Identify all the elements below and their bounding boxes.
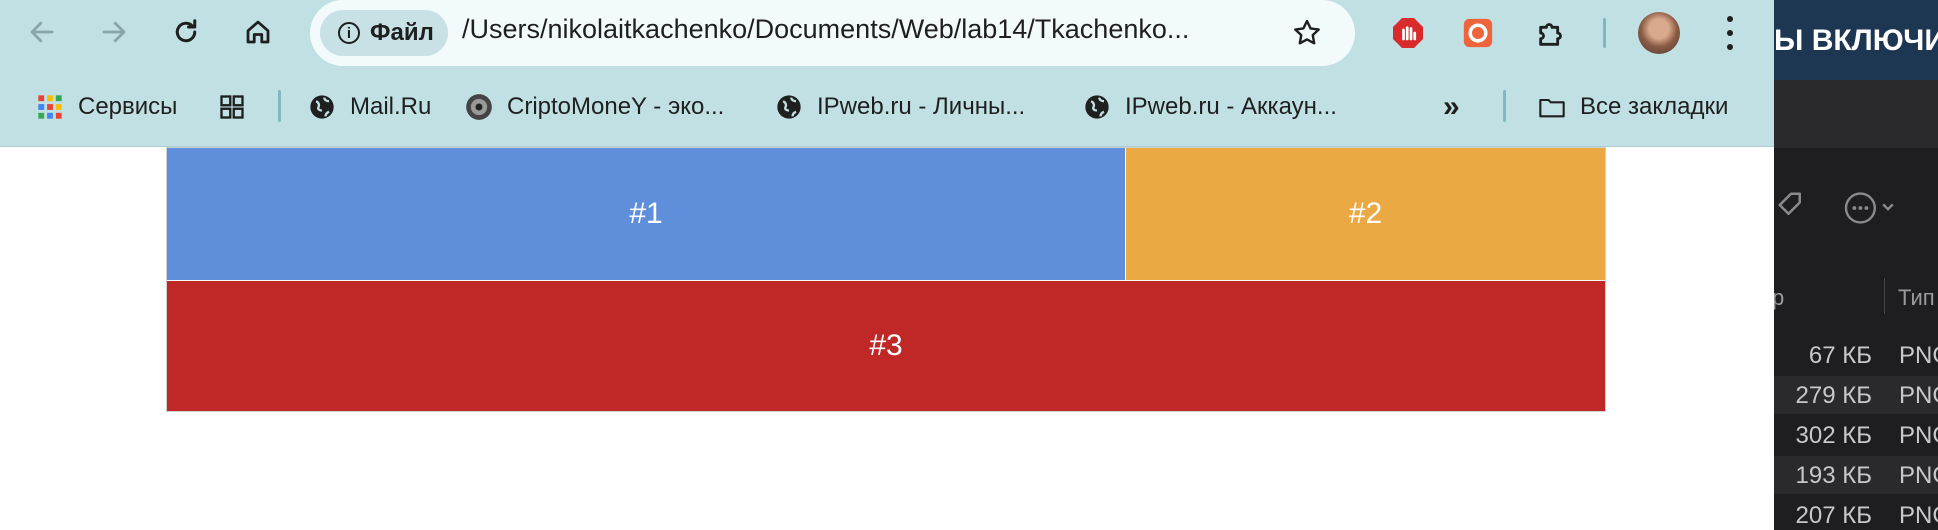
browser-menu-button[interactable] <box>1715 12 1745 54</box>
grid-item-2: #2 <box>1126 148 1605 280</box>
all-bookmarks-label: Все закладки <box>1580 93 1729 120</box>
bookmark-criptomoney[interactable]: CriptoMoneY - эко... <box>465 85 724 129</box>
column-header-type[interactable]: Тип <box>1898 285 1935 311</box>
file-size: 67 КБ <box>1808 342 1872 369</box>
bookmark-label: Сервисы <box>78 93 178 120</box>
puzzle-icon <box>1539 23 1562 46</box>
bookmark-ipweb-personal[interactable]: IPweb.ru - Личны... <box>775 85 1025 129</box>
extension-orange-button[interactable] <box>1458 13 1498 53</box>
chevron-double-right-icon: » <box>1443 90 1460 123</box>
kebab-dot <box>1727 30 1733 36</box>
site-info-chip[interactable]: i Файл <box>320 10 448 56</box>
lifebuoy-icon <box>1463 18 1493 48</box>
url-text[interactable]: /Users/nikolaitkachenko/Documents/Web/la… <box>462 14 1262 45</box>
bookmark-mailru[interactable]: Mail.Ru <box>308 85 431 129</box>
bookmark-star-button[interactable] <box>1285 11 1329 55</box>
globe-icon <box>308 93 336 121</box>
reload-icon <box>175 19 197 43</box>
bookmarks-divider <box>1503 90 1506 122</box>
site-info-label: Файл <box>370 19 434 46</box>
all-bookmarks-button[interactable]: Все закладки <box>1538 85 1728 129</box>
browser-toolbar: i Файл /Users/nikolaitkachenko/Documents… <box>0 0 1774 147</box>
forward-button[interactable] <box>92 10 136 54</box>
back-button[interactable] <box>20 10 64 54</box>
adblock-hand-icon <box>1393 18 1423 48</box>
bookmark-ipweb-account[interactable]: IPweb.ru - Аккаун... <box>1083 85 1337 129</box>
file-size: 193 КБ <box>1795 462 1872 489</box>
globe-icon <box>775 93 803 121</box>
file-row[interactable]: 279 КБ PNG <box>1774 376 1938 414</box>
file-type: PNG <box>1899 382 1938 409</box>
apps-grid-icon <box>36 93 64 121</box>
profile-avatar[interactable] <box>1638 12 1680 54</box>
folder-icon <box>1538 93 1566 121</box>
file-row[interactable]: 207 КБ PNG <box>1774 496 1938 530</box>
extensions-button[interactable] <box>1532 13 1572 53</box>
file-type: PNG <box>1899 502 1938 529</box>
arrow-left-icon <box>30 21 54 43</box>
adblock-extension-button[interactable] <box>1388 13 1428 53</box>
file-type: PNG <box>1899 422 1938 449</box>
grid-item-label: #1 <box>629 197 663 230</box>
home-button[interactable] <box>236 10 280 54</box>
file-type: PNG <box>1899 342 1938 369</box>
globe-icon <box>1083 93 1111 121</box>
bookmarks-divider <box>278 90 281 122</box>
kebab-dot <box>1727 16 1733 22</box>
bookmark-services[interactable]: Сервисы <box>36 85 177 129</box>
home-icon <box>246 20 270 44</box>
banner-text: Ы ВКЛЮЧИТ <box>1774 24 1938 57</box>
bookmark-label: IPweb.ru - Аккаун... <box>1125 93 1337 120</box>
tab-groups-icon <box>218 93 246 121</box>
tab-groups-button[interactable] <box>218 85 260 129</box>
column-header-size[interactable]: р <box>1774 285 1784 311</box>
grid-item-label: #3 <box>869 329 903 362</box>
tag-icon[interactable] <box>1776 190 1806 225</box>
bookmark-label: CriptoMoneY - эко... <box>507 93 725 120</box>
grid-item-label: #2 <box>1348 197 1383 230</box>
banner: Ы ВКЛЮЧИТ <box>1774 0 1938 80</box>
file-type: PNG <box>1899 462 1938 489</box>
info-icon: i <box>338 22 360 44</box>
bookmarks-overflow-button[interactable]: » <box>1443 85 1460 129</box>
file-row[interactable]: 302 КБ PNG <box>1774 416 1938 454</box>
file-row[interactable]: 67 КБ PNG <box>1774 336 1938 374</box>
more-circle-chevron-icon <box>1844 192 1894 224</box>
toolbar-divider <box>1603 18 1606 48</box>
bookmark-label: IPweb.ru - Личны... <box>817 93 1026 120</box>
window-strip <box>1774 80 1938 148</box>
kebab-dot <box>1727 44 1733 50</box>
file-size: 207 КБ <box>1795 502 1872 529</box>
address-bar[interactable]: i Файл /Users/nikolaitkachenko/Documents… <box>310 0 1355 66</box>
more-actions-button[interactable] <box>1842 190 1898 231</box>
bookmark-label: Mail.Ru <box>350 93 432 120</box>
background-window: Ы ВКЛЮЧИТ р Тип 67 КБ PNG 279 КБ PNG 302… <box>1774 0 1938 530</box>
arrow-right-icon <box>102 21 126 43</box>
file-size: 302 КБ <box>1795 422 1872 449</box>
column-divider <box>1884 278 1885 314</box>
site-favicon-icon <box>465 93 493 121</box>
file-row[interactable]: 193 КБ PNG <box>1774 456 1938 494</box>
file-size: 279 КБ <box>1795 382 1872 409</box>
star-icon <box>1294 19 1320 45</box>
grid-item-3: #3 <box>167 281 1605 411</box>
grid-item-1: #1 <box>167 148 1125 280</box>
reload-button[interactable] <box>164 10 208 54</box>
